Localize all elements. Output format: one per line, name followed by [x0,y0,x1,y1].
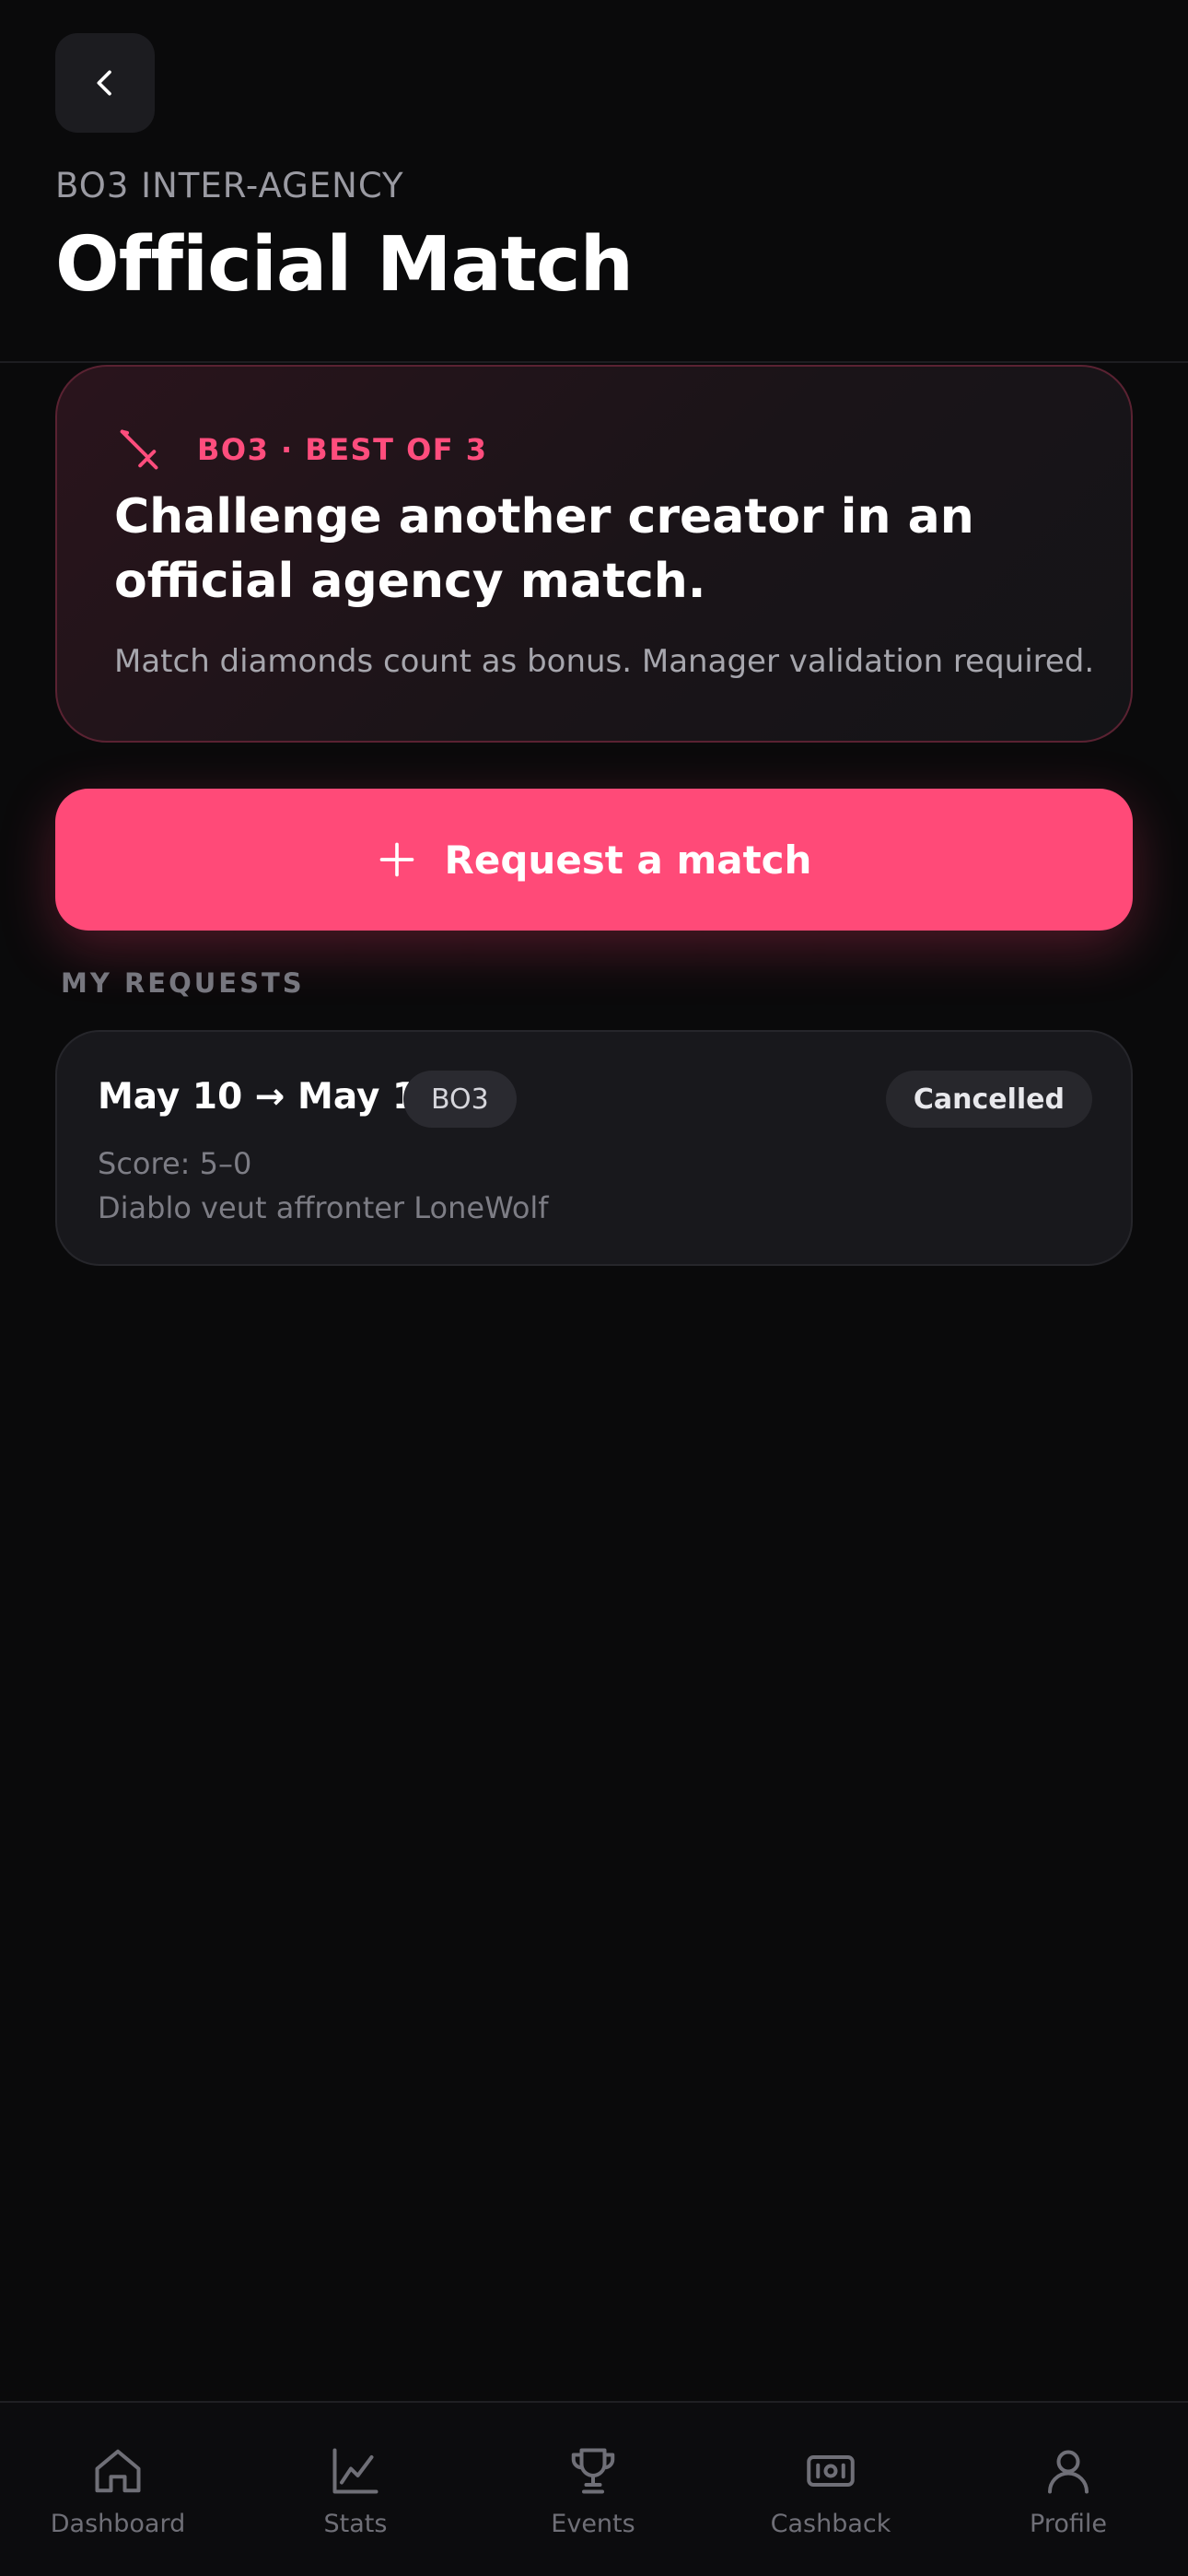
nav-item-cashback[interactable]: Cashback [739,2443,923,2554]
match-format-tag: BO3 · BEST OF 3 [197,432,488,467]
header-divider [0,361,1188,363]
nav-item-stats[interactable]: Stats [263,2443,448,2554]
chart-line-icon [332,2448,379,2494]
nav-item-dashboard[interactable]: Dashboard [26,2443,210,2554]
home-icon [95,2449,141,2493]
official-match-screen: BO3 INTER-AGENCY Official Match BO3 · BE… [0,0,1188,2576]
match-format-row: BO3 · BEST OF 3 [114,426,488,474]
status-badge: Cancelled [885,1071,1092,1128]
nav-label-dashboard: Dashboard [50,2510,186,2538]
request-score: Score: 5–0 [98,1146,252,1181]
nav-item-events[interactable]: Events [501,2443,685,2554]
nav-label-profile: Profile [1030,2510,1107,2538]
nav-label-cashback: Cashback [770,2510,891,2538]
request-match-label: Request a match [444,837,812,883]
request-match-button[interactable]: Request a match [55,789,1133,931]
back-button[interactable] [55,33,155,133]
user-icon [1048,2450,1089,2494]
chevron-left-icon [97,70,111,96]
request-card[interactable]: May 10 → May 12 BO3 Cancelled Score: 5–0… [55,1030,1133,1266]
sword-icon [120,429,158,470]
request-description: Diablo veut affronter LoneWolf [98,1190,549,1225]
match-info-headline: Challenge another creator in an official… [114,489,974,609]
match-info-card: BO3 · BEST OF 3 Challenge another creato… [55,365,1133,743]
nav-label-events: Events [551,2510,635,2538]
banknote-icon [807,2455,855,2487]
plus-icon [379,842,413,877]
section-label-my-requests: MY REQUESTS [61,967,305,999]
request-dates: May 10 → May 12 [98,1076,443,1118]
match-type-badge: BO3 [403,1071,517,1128]
nav-label-stats: Stats [323,2510,388,2538]
page-eyebrow: BO3 INTER-AGENCY [55,166,404,205]
trophy-icon [571,2448,615,2494]
bottom-nav: Dashboard Stats Events Cashback Profile [0,2401,1188,2576]
match-info-subtext: Match diamonds count as bonus. Manager v… [114,643,1095,680]
nav-item-profile[interactable]: Profile [976,2443,1160,2554]
page-title: Official Match [55,221,634,309]
